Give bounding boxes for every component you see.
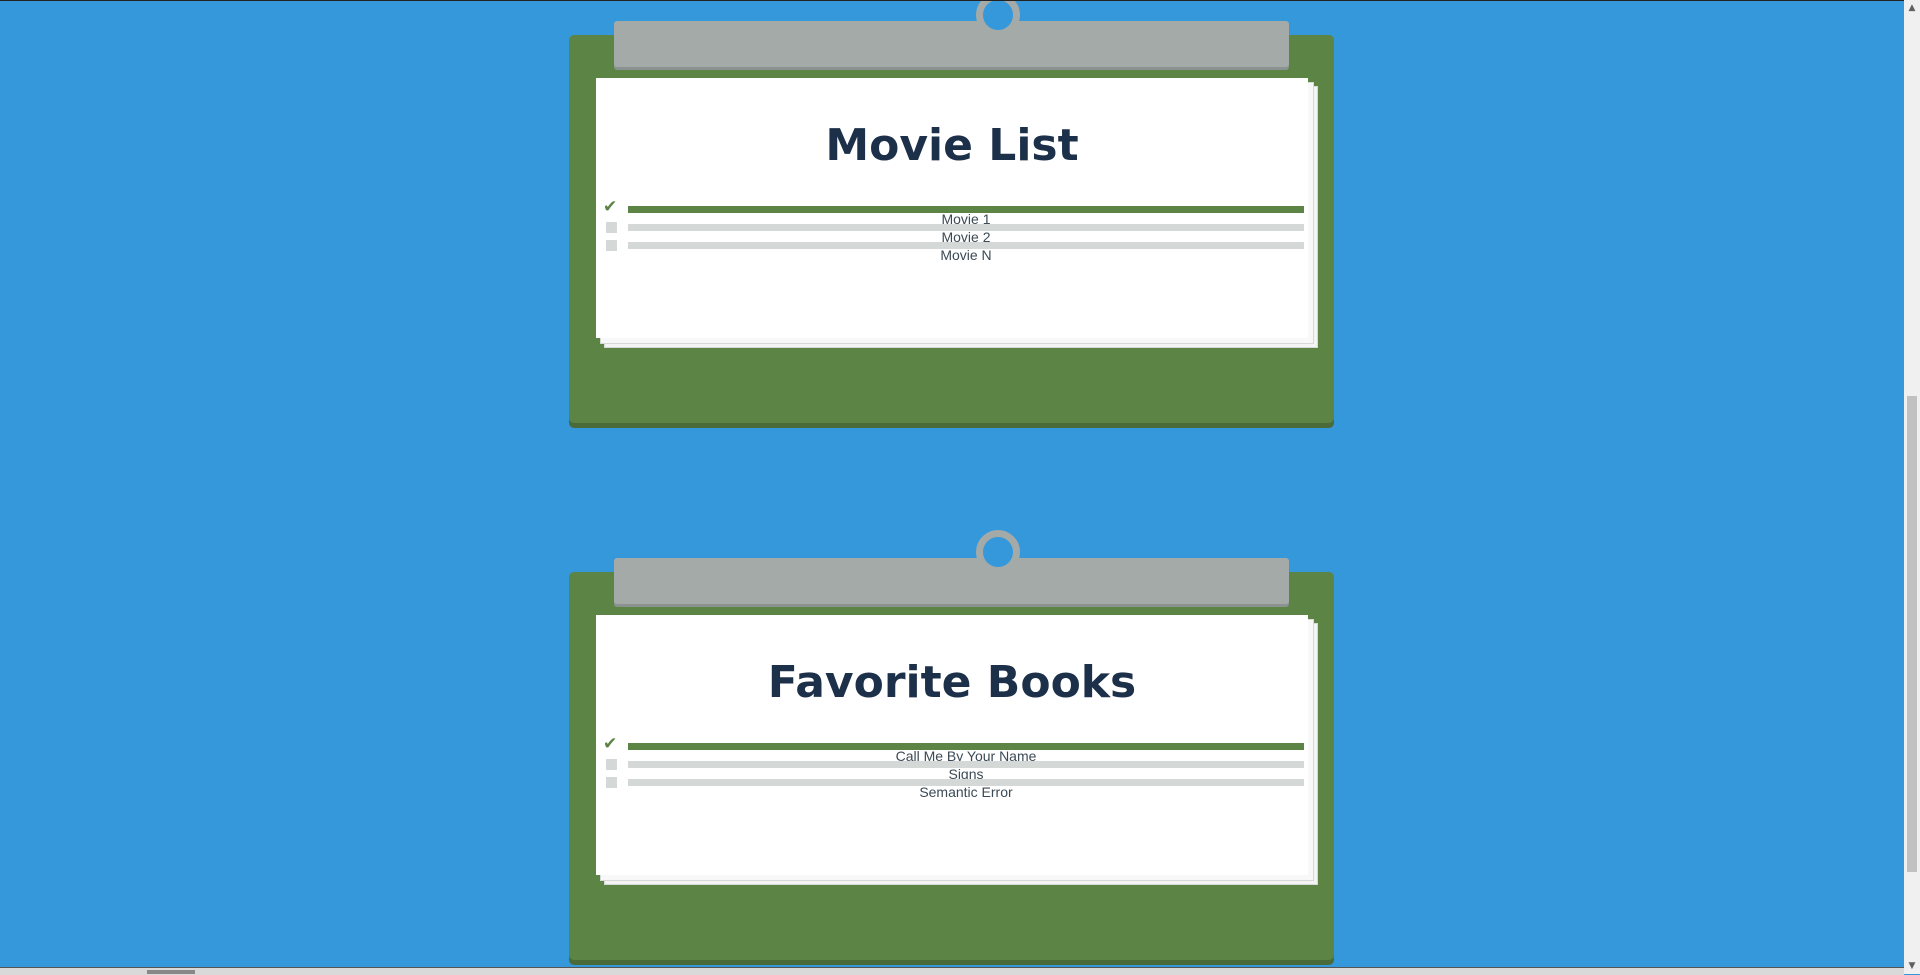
list-title: Movie List (825, 120, 1079, 171)
checkbox-icon[interactable] (604, 757, 620, 773)
list-item[interactable]: Movie 2 (596, 220, 1316, 245)
list-title: Favorite Books (767, 657, 1137, 708)
clip-ring-icon (976, 1, 1020, 37)
scrollbar-thumb[interactable] (1907, 396, 1917, 872)
clipboard-movie-list: Movie List ✔ Movie 1 Movie 2 Movie N (569, 1, 1334, 423)
page-viewport: Movie List ✔ Movie 1 Movie 2 Movie N Fav… (0, 1, 1904, 967)
todo-list: ✔ Call Me By Your Name Signs Semantic Er… (596, 736, 1316, 800)
clipboard-favorite-books: Favorite Books ✔ Call Me By Your Name Si… (569, 530, 1334, 960)
clipboard-clip (614, 530, 1289, 604)
checkbox-icon[interactable] (604, 220, 620, 236)
horizontal-scrollbar-thumb[interactable] (147, 970, 195, 974)
list-item[interactable]: ✔ Call Me By Your Name (596, 736, 1316, 764)
check-icon[interactable]: ✔ (603, 199, 620, 218)
list-item[interactable]: ✔ Movie 1 (596, 199, 1316, 227)
paper-stack: Favorite Books ✔ Call Me By Your Name Si… (596, 615, 1318, 885)
paper-sheet-front: Favorite Books ✔ Call Me By Your Name Si… (596, 615, 1308, 875)
checkbox-icon[interactable] (604, 775, 620, 791)
clip-ring-icon (976, 530, 1020, 574)
scroll-up-arrow-icon[interactable]: ▲ (1904, 0, 1920, 16)
list-item[interactable]: Movie N (596, 238, 1316, 263)
checkbox-icon[interactable] (604, 238, 620, 254)
paper-sheet-front: Movie List ✔ Movie 1 Movie 2 Movie N (596, 78, 1308, 338)
item-label: Semantic Error (919, 784, 1013, 800)
clipboard-clip (614, 1, 1289, 67)
scroll-down-arrow-icon[interactable]: ▼ (1904, 958, 1920, 974)
list-item[interactable]: Signs (596, 757, 1316, 782)
list-item[interactable]: Semantic Error (596, 775, 1316, 800)
check-icon[interactable]: ✔ (603, 736, 620, 755)
item-label: Movie N (940, 247, 992, 263)
todo-list: ✔ Movie 1 Movie 2 Movie N (596, 199, 1316, 263)
vertical-scrollbar[interactable]: ▲ ▼ (1904, 0, 1920, 974)
paper-stack: Movie List ✔ Movie 1 Movie 2 Movie N (596, 78, 1318, 348)
